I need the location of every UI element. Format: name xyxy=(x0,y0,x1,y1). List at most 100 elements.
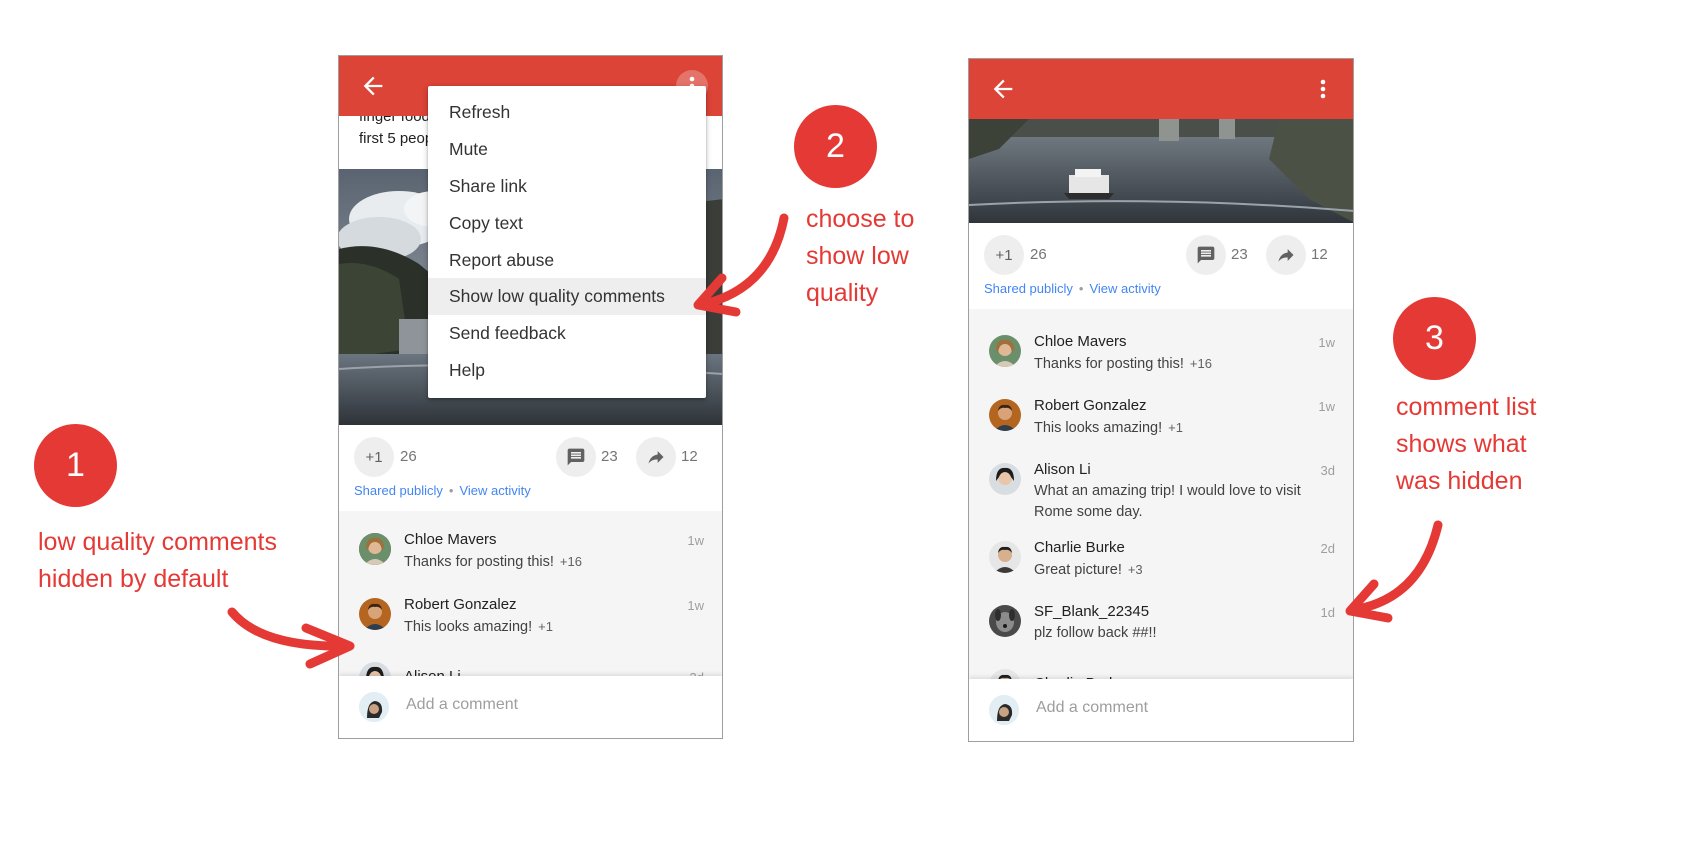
overflow-menu: Refresh Mute Share link Copy text Report… xyxy=(428,86,706,398)
comment-plus-count: +16 xyxy=(559,554,582,569)
comment-icon xyxy=(1197,246,1215,264)
comment-time: 1d xyxy=(1320,605,1335,620)
my-avatar xyxy=(989,695,1019,725)
note-line: low quality comments xyxy=(38,528,277,556)
post-actions: +1 26 23 12 Shared publicly • View activit… xyxy=(969,223,1353,309)
view-activity-link[interactable]: View activity xyxy=(1089,281,1160,296)
commenter-name[interactable]: Chloe Mavers xyxy=(404,531,497,548)
dog-avatar xyxy=(989,605,1021,637)
step-1-note: low quality comments hidden by default xyxy=(38,524,277,598)
share-count: 12 xyxy=(1311,246,1328,263)
comment-item[interactable]: Alison Li What an amazing trip! I would … xyxy=(969,461,1353,531)
separator-dot: • xyxy=(1078,281,1084,296)
alison-avatar xyxy=(989,463,1021,495)
commenter-name[interactable]: SF_Blank_22345 xyxy=(1034,603,1149,620)
comment-item[interactable]: Robert Gonzalez This looks amazing! +1 1w xyxy=(969,397,1353,457)
add-comment-bar: Add a comment xyxy=(969,679,1353,741)
note-line: hidden by default xyxy=(38,565,229,593)
back-arrow-icon[interactable] xyxy=(359,72,387,100)
comment-button[interactable] xyxy=(1186,235,1226,275)
arrow-3-head xyxy=(1345,579,1393,623)
step-3-note: comment list shows what was hidden xyxy=(1396,389,1536,500)
right-phone: +1 26 23 12 Shared publicly • View activit… xyxy=(968,58,1354,742)
step-2-badge: 2 xyxy=(794,105,877,188)
robert-avatar xyxy=(359,598,391,630)
shared-publicly-link[interactable]: Shared publicly xyxy=(984,281,1073,296)
shared-line: Shared publicly • View activity xyxy=(984,281,1161,296)
comment-body: This looks amazing! xyxy=(404,619,533,635)
more-options-icon[interactable] xyxy=(1307,73,1339,105)
comment-text: Thanks for posting this! +16 xyxy=(1034,353,1212,375)
comment-plus-count: +1 xyxy=(538,619,553,634)
separator-dot: • xyxy=(448,483,454,498)
share-icon xyxy=(648,451,664,464)
commenter-name[interactable]: Charlie Burke xyxy=(1034,539,1125,556)
note-line: show low xyxy=(806,242,909,270)
note-line: quality xyxy=(806,279,879,307)
comment-text: This looks amazing! +1 xyxy=(1034,417,1183,439)
arrow-3-curve xyxy=(1347,520,1443,615)
plus-one-button[interactable]: +1 xyxy=(984,235,1024,275)
post-actions: +1 26 23 12 Shared publicly • View activit… xyxy=(339,425,722,511)
share-button[interactable] xyxy=(1266,235,1306,275)
comment-plus-count: +1 xyxy=(1168,420,1183,435)
comment-item[interactable]: SF_Blank_22345 plz follow back ##!! 1d xyxy=(969,603,1353,663)
share-button[interactable] xyxy=(636,437,676,477)
post-photo[interactable] xyxy=(969,119,1353,223)
comment-text: This looks amazing! +1 xyxy=(404,616,553,638)
back-arrow-icon[interactable] xyxy=(989,75,1017,103)
step-2-note: choose to show low quality xyxy=(806,201,914,312)
comment-plus-count: +3 xyxy=(1127,562,1143,577)
menu-item-mute[interactable]: Mute xyxy=(428,131,706,168)
chloe-avatar xyxy=(989,335,1021,367)
comment-item[interactable]: Charlie Burke Great picture! +3 2d xyxy=(969,539,1353,599)
note-line: choose to xyxy=(806,205,915,233)
step-1-badge: 1 xyxy=(34,424,117,507)
plus-one-label: +1 xyxy=(365,448,383,466)
add-comment-input[interactable]: Add a comment xyxy=(1036,699,1148,717)
shared-publicly-link[interactable]: Shared publicly xyxy=(354,483,443,498)
comment-text: What an amazing trip! I would love to vi… xyxy=(1034,483,1301,520)
comment-item[interactable]: Chloe Mavers Thanks for posting this! +16… xyxy=(339,531,722,591)
menu-item-help[interactable]: Help xyxy=(428,352,706,389)
plus-one-count: 26 xyxy=(1030,246,1047,263)
comment-item[interactable]: Robert Gonzalez This looks amazing! +1 1w xyxy=(339,596,722,656)
step-3-badge: 3 xyxy=(1393,297,1476,380)
commenter-name[interactable]: Chloe Mavers xyxy=(1034,333,1127,350)
share-count: 12 xyxy=(681,448,698,465)
menu-item-copy-text[interactable]: Copy text xyxy=(428,205,706,242)
charlie-avatar xyxy=(989,541,1021,573)
robert-avatar xyxy=(989,399,1021,431)
plus-one-label: +1 xyxy=(995,246,1013,264)
menu-item-send-feedback[interactable]: Send feedback xyxy=(428,315,706,352)
comment-item[interactable]: Chloe Mavers Thanks for posting this! +16… xyxy=(969,333,1353,393)
comment-time: 1w xyxy=(1318,399,1335,414)
my-avatar xyxy=(359,692,389,722)
chloe-avatar xyxy=(359,533,391,565)
comment-button[interactable] xyxy=(556,437,596,477)
menu-item-report-abuse[interactable]: Report abuse xyxy=(428,242,706,279)
shared-line: Shared publicly • View activity xyxy=(354,483,531,498)
menu-item-show-low-quality[interactable]: Show low quality comments xyxy=(428,278,706,315)
add-comment-input[interactable]: Add a comment xyxy=(406,696,518,714)
comment-plus-count: +16 xyxy=(1189,356,1212,371)
comment-time: 3d xyxy=(1320,463,1335,478)
plus-one-button[interactable]: +1 xyxy=(354,437,394,477)
comment-text: plz follow back ##!! xyxy=(1034,625,1157,641)
comment-time: 1w xyxy=(1318,335,1335,350)
post-text-line: first 5 peop xyxy=(359,130,434,147)
view-activity-link[interactable]: View activity xyxy=(459,483,530,498)
comment-text: Thanks for posting this! +16 xyxy=(404,551,582,573)
commenter-name[interactable]: Alison Li xyxy=(1034,461,1091,478)
share-icon xyxy=(1278,249,1294,262)
comment-body: Thanks for posting this! xyxy=(404,554,554,570)
commenter-name[interactable]: Robert Gonzalez xyxy=(1034,397,1147,414)
app-bar xyxy=(969,59,1353,119)
comment-body: Great picture! xyxy=(1034,562,1122,578)
note-line: shows what xyxy=(1396,430,1527,458)
menu-item-share-link[interactable]: Share link xyxy=(428,168,706,205)
comment-count: 23 xyxy=(1231,246,1248,263)
commenter-name[interactable]: Robert Gonzalez xyxy=(404,596,517,613)
arrow-1-curve xyxy=(227,607,353,651)
menu-item-refresh[interactable]: Refresh xyxy=(428,94,706,131)
